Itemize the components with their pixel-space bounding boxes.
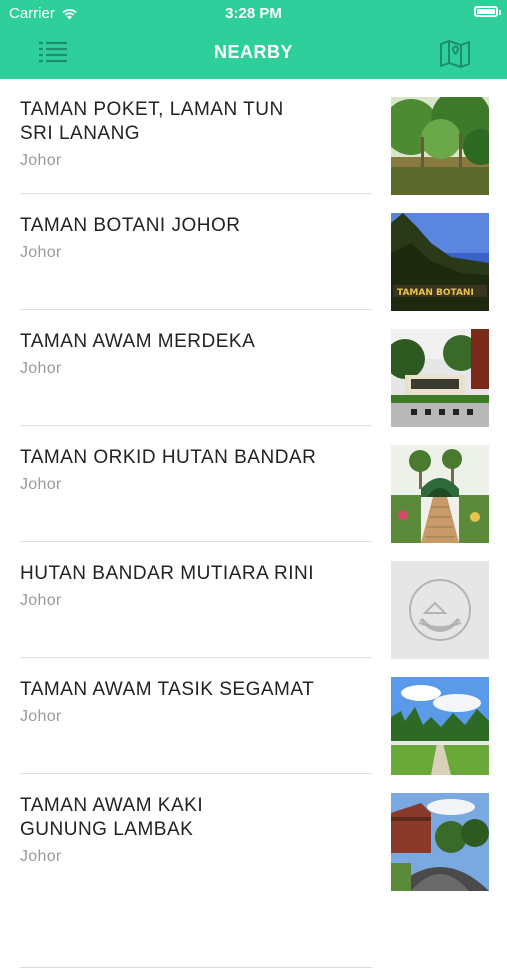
- place-title-line1: HUTAN BANDAR MUTIARA RINI: [20, 563, 315, 584]
- list-item[interactable]: TAMAN POKET, LAMAN TUN SRI LANANG Johor: [0, 79, 507, 195]
- place-title-line1: TAMAN AWAM MERDEKA: [20, 331, 256, 352]
- place-thumbnail: [391, 677, 489, 775]
- list-item[interactable]: TAMAN AWAM MERDEKA Johor: [0, 311, 507, 427]
- place-thumbnail: TAMAN BOTANI: [391, 213, 489, 311]
- place-state: Johor: [20, 848, 62, 865]
- place-state: Johor: [20, 152, 62, 169]
- status-bar: Carrier 3:28 PM: [0, 0, 507, 28]
- page-title: NEARBY: [213, 42, 293, 62]
- place-thumbnail: [391, 561, 489, 659]
- map-view-button[interactable]: [439, 38, 471, 68]
- place-state: Johor: [20, 476, 62, 493]
- place-thumbnail: [391, 329, 489, 427]
- row-divider: [20, 657, 372, 658]
- place-title-line1: TAMAN AWAM TASIK SEGAMAT: [20, 679, 315, 700]
- place-title-line1: TAMAN ORKID HUTAN BANDAR: [20, 447, 317, 468]
- place-title-line2: GUNUNG LAMBAK: [20, 819, 194, 840]
- list-item[interactable]: TAMAN ORKID HUTAN BANDAR Johor: [0, 427, 507, 543]
- place-title: TAMAN BOTANI JOHOR: [20, 214, 350, 238]
- place-title-line2: SRI LANANG: [20, 123, 141, 144]
- place-title: TAMAN ORKID HUTAN BANDAR: [20, 446, 350, 470]
- svg-text:TAMAN BOTANI: TAMAN BOTANI: [397, 288, 474, 298]
- place-state: Johor: [20, 360, 62, 377]
- place-title-line1: TAMAN BOTANI JOHOR: [20, 215, 241, 236]
- place-state: Johor: [20, 708, 62, 725]
- list-item[interactable]: HUTAN BANDAR MUTIARA RINI Johor: [0, 543, 507, 659]
- place-state: Johor: [20, 592, 62, 609]
- status-time: 3:28 PM: [225, 5, 282, 22]
- row-divider: [20, 309, 372, 310]
- list-item[interactable]: TAMAN BOTANI JOHOR Johor TAMAN BOTANI: [0, 195, 507, 311]
- row-divider: [20, 541, 372, 542]
- place-thumbnail: [391, 97, 489, 195]
- map-icon: [440, 40, 470, 68]
- place-thumbnail: [391, 445, 489, 543]
- place-title: HUTAN BANDAR MUTIARA RINI: [20, 562, 350, 586]
- place-title: TAMAN POKET, LAMAN TUN SRI LANANG: [20, 98, 350, 146]
- list-item[interactable]: TAMAN AWAM KAKI GUNUNG LAMBAK Johor: [0, 775, 507, 968]
- battery-icon: [474, 6, 501, 17]
- place-title: TAMAN AWAM TASIK SEGAMAT: [20, 678, 350, 702]
- place-title-line1: TAMAN AWAM KAKI: [20, 795, 204, 816]
- place-state: Johor: [20, 244, 62, 261]
- app-header: Carrier 3:28 PM NEARBY: [0, 0, 507, 79]
- place-title: TAMAN AWAM MERDEKA: [20, 330, 350, 354]
- place-thumbnail: [391, 793, 489, 891]
- place-title: TAMAN AWAM KAKI GUNUNG LAMBAK: [20, 794, 350, 842]
- row-divider: [20, 425, 372, 426]
- list-item[interactable]: TAMAN AWAM TASIK SEGAMAT Johor: [0, 659, 507, 775]
- navigation-bar: NEARBY: [0, 28, 507, 79]
- row-divider: [20, 773, 372, 774]
- place-title-line1: TAMAN POKET, LAMAN TUN: [20, 99, 284, 120]
- row-divider: [20, 193, 372, 194]
